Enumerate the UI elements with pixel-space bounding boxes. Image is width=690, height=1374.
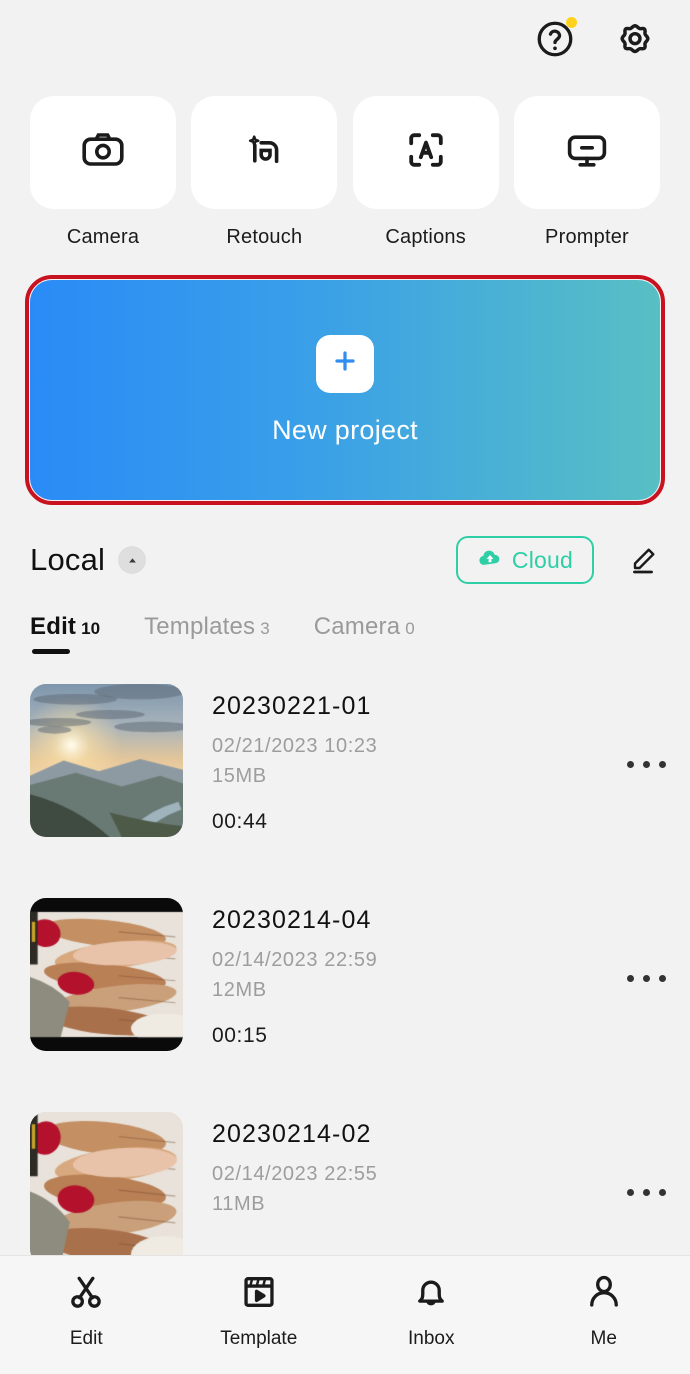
more-horizontal-icon[interactable] [610, 684, 690, 844]
feature-camera-tile[interactable] [30, 96, 176, 209]
project-info: 20230214-02 02/14/2023 22:55 11MB [183, 1112, 610, 1223]
feature-retouch[interactable]: Retouch [191, 96, 338, 249]
project-title: 20230214-04 [212, 906, 372, 934]
project-info: 20230221-01 02/21/2023 10:23 15MB 00:44 [183, 684, 610, 834]
nav-item-me[interactable]: Me [518, 1271, 690, 1360]
bell-icon [410, 1271, 452, 1318]
tab-edit-label: Edit [30, 613, 77, 640]
tab-edit[interactable]: Edit 10 [30, 613, 100, 654]
project-list: 20230221-01 02/21/2023 10:23 15MB 00:44 … [0, 670, 690, 1312]
project-size: 15MB [212, 765, 267, 787]
thumbnail-image [30, 1112, 183, 1265]
captions-scan-a-icon [402, 126, 450, 179]
feature-prompter-tile[interactable] [513, 96, 660, 209]
tab-templates[interactable]: Templates 3 [144, 613, 270, 654]
clapperboard-play-icon [238, 1271, 280, 1318]
more-horizontal-icon[interactable] [610, 1112, 690, 1272]
chevron-up-icon[interactable] [118, 546, 147, 574]
app-screen: Camera Retouch Captions Prompter New pro… [0, 0, 690, 1374]
cloud-button-label: Cloud [511, 546, 573, 573]
nav-item-edit[interactable]: Edit [0, 1271, 173, 1360]
project-datetime: 02/14/2023 22:55 [212, 1163, 378, 1185]
project-thumbnail[interactable] [30, 1112, 183, 1265]
new-project-button[interactable]: New project [30, 280, 660, 500]
tab-camera[interactable]: Camera 0 [314, 613, 415, 654]
help-notification-badge [566, 17, 577, 28]
cloud-upload-icon [477, 545, 503, 576]
retouch-face-sparkle-icon [240, 126, 288, 179]
plus-icon [330, 346, 360, 381]
list-item[interactable]: 20230214-04 02/14/2023 22:59 12MB 00:15 [30, 884, 690, 1098]
plus-icon-box [316, 334, 374, 393]
feature-shortcuts: Camera Retouch Captions Prompter [0, 78, 690, 249]
top-bar [0, 0, 690, 78]
tab-camera-label: Camera [313, 613, 401, 640]
thumbnail-image [30, 684, 183, 837]
feature-retouch-label: Retouch [226, 226, 303, 248]
new-project-label: New project [272, 414, 418, 445]
project-title: 20230221-01 [212, 692, 372, 720]
tab-active-underline [32, 649, 70, 654]
library-source-label[interactable]: Local [30, 542, 105, 578]
pencil-icon[interactable] [626, 543, 660, 577]
nav-item-template[interactable]: Template [173, 1271, 346, 1360]
nav-item-edit-label: Edit [69, 1327, 103, 1349]
tab-camera-count: 0 [405, 619, 415, 638]
tab-edit-count: 10 [81, 619, 101, 638]
more-dots [626, 974, 666, 982]
prompter-monitor-icon [563, 126, 611, 179]
feature-camera-label: Camera [66, 226, 140, 248]
project-size: 12MB [212, 979, 267, 1001]
feature-captions[interactable]: Captions [352, 96, 499, 249]
feature-prompter[interactable]: Prompter [513, 96, 660, 249]
project-duration: 00:15 [212, 1024, 268, 1047]
project-title: 20230214-02 [212, 1120, 372, 1148]
nav-item-inbox[interactable]: Inbox [345, 1271, 518, 1360]
project-size: 11MB [212, 1193, 266, 1215]
project-thumbnail[interactable] [30, 898, 183, 1051]
scissors-icon [65, 1271, 107, 1318]
project-datetime: 02/14/2023 22:59 [212, 949, 378, 971]
nav-item-inbox-label: Inbox [408, 1327, 455, 1349]
new-project-banner-wrap: New project [25, 275, 665, 505]
project-thumbnail[interactable] [30, 684, 183, 837]
thumbnail-image [30, 898, 183, 1051]
feature-retouch-tile[interactable] [191, 96, 338, 209]
bottom-navigation: Edit Template Inbox Me [0, 1255, 690, 1374]
tab-templates-label: Templates [144, 613, 256, 640]
cloud-button[interactable]: Cloud [455, 536, 594, 584]
tab-templates-count: 3 [260, 619, 270, 638]
feature-camera[interactable]: Camera [30, 96, 176, 249]
settings-button[interactable] [612, 16, 658, 62]
camera-icon [79, 126, 127, 179]
more-horizontal-icon[interactable] [610, 898, 690, 1058]
more-dots [626, 1188, 666, 1196]
nav-item-me-label: Me [590, 1327, 617, 1349]
feature-prompter-label: Prompter [545, 226, 629, 248]
project-info: 20230214-04 02/14/2023 22:59 12MB 00:15 [183, 898, 610, 1048]
library-header: Local Cloud [0, 500, 690, 584]
feature-captions-label: Captions [385, 226, 466, 248]
person-icon [583, 1271, 625, 1318]
project-duration: 00:44 [212, 810, 268, 833]
more-dots [626, 760, 666, 768]
feature-captions-tile[interactable] [352, 96, 499, 209]
project-datetime: 02/21/2023 10:23 [212, 735, 378, 757]
library-tabs: Edit 10 Templates 3 Camera 0 [0, 584, 690, 654]
list-item[interactable]: 20230221-01 02/21/2023 10:23 15MB 00:44 [30, 670, 690, 884]
help-button[interactable] [532, 16, 578, 62]
nav-item-template-label: Template [220, 1327, 298, 1349]
